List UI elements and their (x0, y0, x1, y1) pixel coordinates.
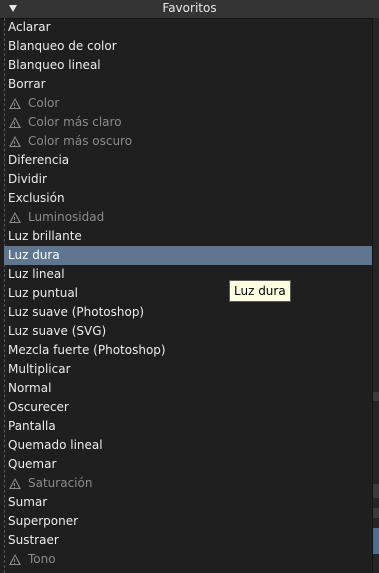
list-item-label: Superponer (8, 514, 79, 528)
list-item[interactable]: Quemado lineal (4, 436, 372, 455)
list-item-label: Quemado lineal (8, 438, 103, 452)
list-item[interactable]: Luminosidad (4, 208, 372, 227)
list-item-label: Luz suave (Photoshop) (8, 305, 145, 319)
list-item[interactable]: Blanqueo de color (4, 37, 372, 56)
side-widget (373, 508, 379, 518)
list-item[interactable]: Sustraer (4, 531, 372, 550)
list-item[interactable]: Dividir (4, 170, 372, 189)
list-item[interactable]: Luz brillante (4, 227, 372, 246)
side-widget (373, 484, 379, 498)
list-item[interactable]: Luz puntual (4, 284, 372, 303)
list-item[interactable]: Luz suave (SVG) (4, 322, 372, 341)
list-item[interactable]: Quemar (4, 455, 372, 474)
list-item[interactable]: Multiplicar (4, 360, 372, 379)
tooltip: Luz dura (229, 280, 291, 302)
list-item[interactable]: Color más oscuro (4, 132, 372, 151)
list-item[interactable]: Luz lineal (4, 265, 372, 284)
list-item-label: Luminosidad (28, 210, 105, 224)
list-item[interactable]: Saturación (4, 474, 372, 493)
list-item-label: Multiplicar (8, 362, 71, 376)
warning-icon (9, 98, 21, 109)
list-item-label: Exclusión (8, 191, 65, 205)
list-item-label: Color (28, 96, 60, 110)
list-item-selected[interactable]: Luz dura (4, 246, 372, 265)
list-item-label: Dividir (8, 172, 47, 186)
list-item[interactable]: Oscurecer (4, 398, 372, 417)
list-item-label: Pantalla (8, 419, 56, 433)
list-item-label: Color más claro (28, 115, 122, 129)
blend-mode-list[interactable]: Aclarar Blanqueo de color Blanqueo lineal B… (4, 18, 372, 573)
list-item[interactable]: Normal (4, 379, 372, 398)
list-item[interactable]: Color más claro (4, 113, 372, 132)
list-item-label: Luz brillante (8, 229, 82, 243)
list-item[interactable]: Pantalla (4, 417, 372, 436)
panel-title: Favoritos (162, 1, 217, 15)
list-item-label: Color más oscuro (28, 134, 133, 148)
list-item[interactable]: Mezcla fuerte (Photoshop) (4, 341, 372, 360)
warning-icon (9, 478, 21, 489)
list-item[interactable]: Exclusión (4, 189, 372, 208)
list-item[interactable]: Superponer (4, 512, 372, 531)
list-item[interactable]: Luz suave (Photoshop) (4, 303, 372, 322)
list-item-label: Diferencia (8, 153, 70, 167)
side-widget (373, 392, 379, 401)
list-item-label: Oscurecer (8, 400, 69, 414)
warning-icon (9, 554, 21, 565)
list-item-label: Tono (28, 552, 56, 566)
list-item[interactable]: Sumar (4, 493, 372, 512)
favorites-header[interactable]: Favoritos (0, 0, 379, 19)
list-item[interactable]: Tono (4, 550, 372, 569)
list-item-label: Luz lineal (8, 267, 65, 281)
list-item-label: Normal (8, 381, 52, 395)
warning-icon (9, 136, 21, 147)
list-item-label: Borrar (8, 77, 46, 91)
list-item[interactable]: Color (4, 94, 372, 113)
warning-icon (9, 212, 21, 223)
list-item-label: Luz suave (SVG) (8, 324, 107, 338)
list-item[interactable]: Aclarar (4, 18, 372, 37)
favorites-panel: Favoritos Aclarar Blanqueo de color Blanqu… (0, 0, 379, 573)
list-item-label: Mezcla fuerte (Photoshop) (8, 343, 166, 357)
list-item[interactable]: Blanqueo lineal (4, 56, 372, 75)
list-item-label: Sustraer (8, 533, 59, 547)
list-item-label: Aclarar (8, 20, 51, 34)
list-item-label: Sumar (8, 495, 48, 509)
warning-icon (9, 117, 21, 128)
list-item-label: Luz puntual (8, 286, 79, 300)
list-item[interactable]: Diferencia (4, 151, 372, 170)
list-item-label: Saturación (28, 476, 93, 490)
side-widget (373, 528, 379, 554)
list-item[interactable]: Borrar (4, 75, 372, 94)
list-item-label: Blanqueo lineal (8, 58, 101, 72)
list-item-label: Blanqueo de color (8, 39, 117, 53)
list-item-label: Luz dura (8, 248, 60, 262)
list-item-label: Quemar (8, 457, 57, 471)
